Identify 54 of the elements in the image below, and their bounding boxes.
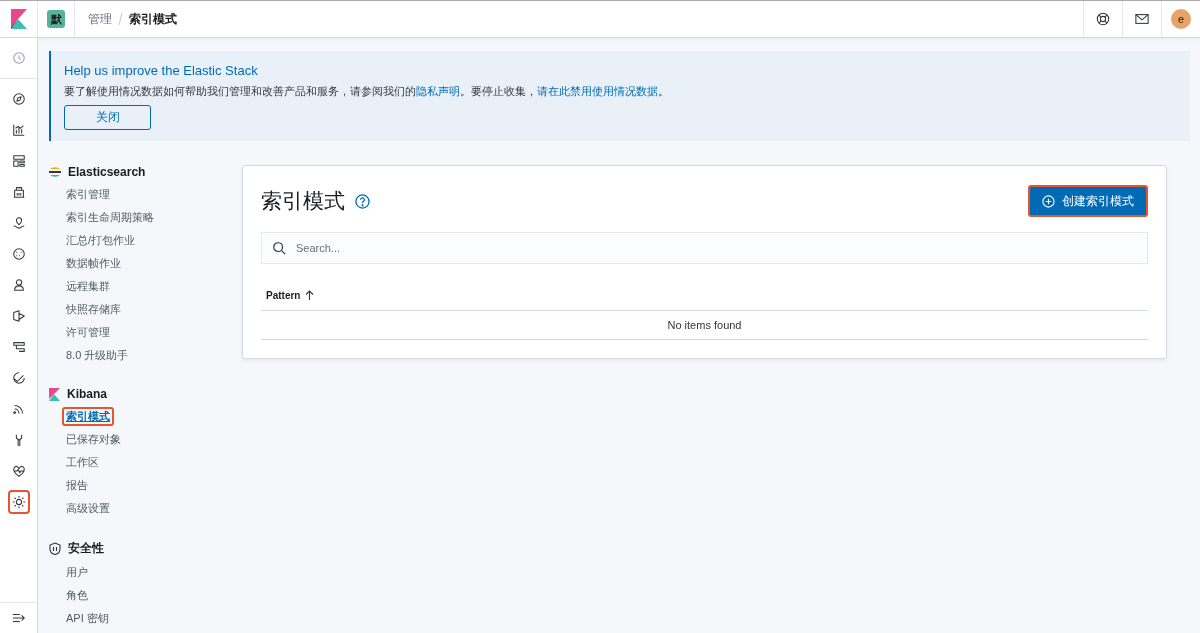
sidebar-item[interactable]: 汇总/打包作业 [62, 231, 140, 250]
help-icon[interactable] [1096, 12, 1110, 26]
sidebar-item[interactable]: 远程集群 [62, 277, 114, 296]
section-title: Kibana [67, 387, 107, 401]
sidebar-item[interactable]: 8.0 升级助手 [62, 346, 133, 365]
space-badge[interactable]: 默 [47, 10, 65, 28]
column-header[interactable]: Pattern [266, 289, 315, 301]
shield-icon [49, 542, 61, 555]
close-button[interactable]: 关闭 [64, 105, 151, 130]
banner-title: Help us improve the Elastic Stack [64, 63, 259, 78]
compass-icon [11, 91, 26, 106]
elasticsearch-logo-icon [49, 166, 61, 178]
breadcrumb[interactable]: 管理 [88, 10, 112, 28]
clock-icon [11, 51, 26, 65]
user-icon [11, 277, 26, 292]
search-field[interactable]: Search... [261, 232, 1148, 264]
expand-menu-icon[interactable] [11, 612, 26, 624]
mail-icon[interactable] [1135, 13, 1149, 25]
sidebar-item[interactable]: 高级设置 [62, 499, 114, 518]
user-avatar[interactable]: e [1171, 9, 1191, 29]
sidebar-item[interactable]: 索引模式 [62, 407, 114, 426]
kibana-logo-icon [49, 387, 60, 401]
empty-message: No items found [667, 319, 742, 331]
sidebar-item[interactable]: 数据帧作业 [62, 254, 125, 273]
sidebar-item[interactable]: 用户 [62, 563, 92, 582]
heartbeat-icon [11, 463, 26, 478]
logo-icon[interactable] [10, 9, 27, 29]
sidebar-item[interactable]: 已保存对象 [62, 430, 125, 449]
building-icon [11, 184, 26, 199]
sidebar-item[interactable]: 角色 [62, 586, 92, 605]
help-icon[interactable] [355, 193, 370, 209]
sidebar-item[interactable]: 索引生命周期策略 [62, 208, 158, 227]
section-title: Elasticsearch [68, 165, 146, 179]
page-title: 索引模式 [261, 188, 345, 214]
sidebar-item[interactable]: 工作区 [62, 453, 103, 472]
breadcrumb: 索引模式 [129, 10, 177, 28]
section-title: 安全性 [68, 540, 104, 557]
disable-link[interactable]: 请在此禁用使用情况数据 [537, 85, 658, 97]
dashboard-icon [11, 153, 26, 168]
map-pin-icon [11, 215, 26, 230]
pipeline-icon [11, 339, 26, 354]
sidebar-item[interactable]: 报告 [62, 476, 92, 495]
banner-text: 要了解使用情况数据如何帮助我们管理和改善产品和服务，请参阅我们的隐私声明。要停止收集，请在此禁用使用情况数据。 [64, 84, 670, 99]
settings-icon [11, 494, 26, 509]
sidebar-item[interactable]: 许可管理 [62, 323, 114, 342]
sidebar-item[interactable]: 索引管理 [62, 185, 114, 204]
sidebar-item[interactable]: API 密钥 [62, 609, 113, 628]
bar-chart-icon [11, 122, 26, 137]
sidebar-item[interactable]: 快照存储库 [62, 300, 125, 319]
search-icon [272, 241, 286, 255]
plus-circle-icon [1042, 194, 1055, 208]
create-index-pattern-button[interactable]: 创建索引模式 [1028, 185, 1148, 217]
nav-button[interactable] [7, 489, 30, 514]
privacy-link[interactable]: 隐私声明 [416, 85, 460, 97]
